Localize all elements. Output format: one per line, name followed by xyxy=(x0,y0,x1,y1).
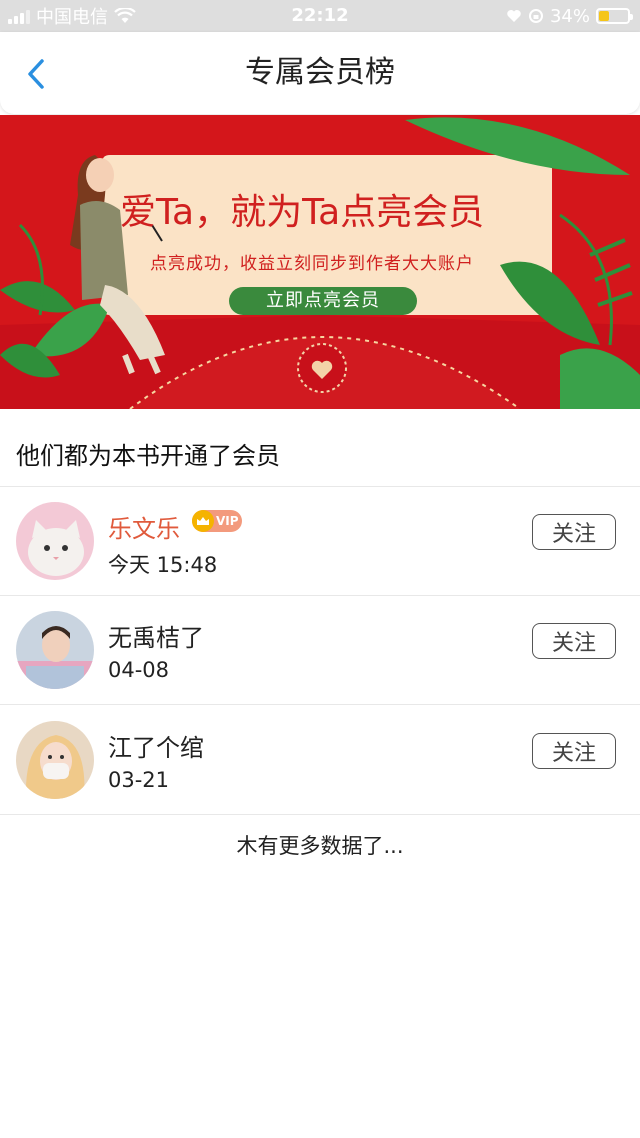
battery-percent: 34% xyxy=(549,5,590,27)
crown-icon xyxy=(192,510,214,532)
divider xyxy=(0,814,640,815)
nav-bar: 专属会员榜 xyxy=(0,32,640,114)
divider xyxy=(0,704,640,705)
member-name[interactable]: 无禹桔了 xyxy=(108,618,204,653)
status-bar: 中国电信 22:12 34% xyxy=(0,0,640,32)
member-time: 04-08 xyxy=(108,658,170,682)
no-more-data-text: 木有更多数据了... xyxy=(236,834,404,858)
avatar[interactable] xyxy=(16,611,94,689)
member-row[interactable]: 乐文乐 VIP 今天 15:48 关注 xyxy=(0,487,640,595)
page-title: 专属会员榜 xyxy=(245,55,395,90)
follow-button[interactable]: 关注 xyxy=(532,733,616,769)
vip-label: VIP xyxy=(216,514,239,528)
follow-button[interactable]: 关注 xyxy=(532,514,616,550)
member-time: 03-21 xyxy=(108,768,170,792)
member-name[interactable]: 江了个绾 xyxy=(108,728,204,763)
member-time: 今天 15:48 xyxy=(108,553,218,577)
member-row[interactable]: 江了个绾 03-21 关注 xyxy=(0,706,640,814)
banner-headline: 爱Ta，就为Ta点亮会员 xyxy=(120,192,485,233)
vip-badge: VIP xyxy=(192,510,242,532)
promo-banner[interactable]: 爱Ta，就为Ta点亮会员 点亮成功，收益立刻同步到作者大大账户 立即点亮会员 xyxy=(0,115,640,409)
status-right: 34% xyxy=(506,0,633,32)
heart-status-icon xyxy=(507,10,521,22)
avatar[interactable] xyxy=(16,502,94,580)
banner-subline: 点亮成功，收益立刻同步到作者大大账户 xyxy=(150,254,474,274)
follow-button[interactable]: 关注 xyxy=(532,623,616,659)
member-name[interactable]: 乐文乐 xyxy=(108,509,180,544)
section-title: 他们都为本书开通了会员 xyxy=(16,442,280,470)
avatar[interactable] xyxy=(16,721,94,799)
rotation-lock-icon xyxy=(528,9,543,23)
light-up-membership-button[interactable]: 立即点亮会员 xyxy=(229,287,417,315)
member-row[interactable]: 无禹桔了 04-08 关注 xyxy=(0,596,640,704)
battery-icon xyxy=(596,8,633,24)
